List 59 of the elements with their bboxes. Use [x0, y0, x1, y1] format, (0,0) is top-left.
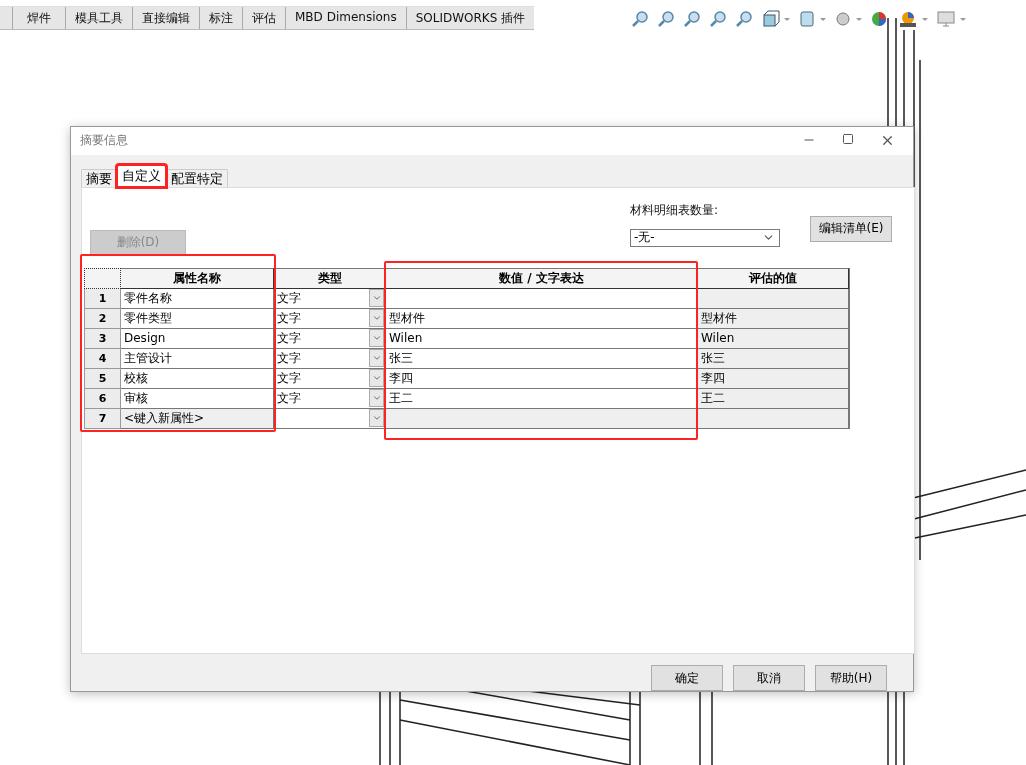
bom-quantity-dropdown[interactable]: -无- [630, 228, 780, 247]
dropdown-button[interactable] [369, 369, 384, 388]
row-number[interactable]: 6 [84, 388, 121, 409]
property-name-cell[interactable]: 零件名称 [121, 288, 274, 309]
row-number[interactable]: 2 [84, 308, 121, 329]
monitor-icon[interactable] [936, 10, 956, 28]
command-tab[interactable]: 焊件 [12, 7, 65, 29]
edit-list-button[interactable]: 编辑清单(E) [810, 215, 892, 242]
dialog-button[interactable]: 取消 [733, 665, 805, 691]
property-name-cell[interactable]: 主管设计 [121, 348, 274, 369]
evaluated-value-cell: 型材件 [698, 308, 849, 329]
row-number[interactable]: 5 [84, 368, 121, 389]
table-corner [84, 267, 121, 289]
command-tab[interactable]: SOLIDWORKS 插件 [405, 7, 535, 29]
zoom-fit-icon[interactable] [632, 10, 650, 28]
bom-quantity-label: 材料明细表数量: [630, 201, 720, 219]
property-name-cell[interactable]: 审核 [121, 388, 274, 409]
column-header[interactable]: 类型 [274, 267, 386, 289]
type-text: 文字 [277, 349, 301, 367]
evaluated-value-cell: 张三 [698, 348, 849, 369]
column-header[interactable]: 属性名称 [121, 267, 274, 289]
command-tab[interactable]: 直接编辑 [132, 7, 199, 29]
dialog-button[interactable]: 确定 [651, 665, 723, 691]
property-name-cell[interactable]: 零件类型 [121, 308, 274, 329]
dropdown-button[interactable] [369, 309, 384, 328]
evaluated-value-cell: 王二 [698, 388, 849, 409]
evaluated-value-cell: Wilen [698, 328, 849, 349]
command-tab[interactable]: 标注 [199, 7, 242, 29]
dropdown-button[interactable] [369, 329, 384, 348]
row-number[interactable]: 7 [84, 408, 121, 429]
type-text: 文字 [277, 289, 301, 307]
column-header[interactable]: 评估的值 [698, 267, 849, 289]
dropdown-button[interactable] [369, 389, 384, 408]
column-header[interactable]: 数值 / 文字表达 [386, 267, 698, 289]
maximize-icon[interactable] [842, 133, 854, 146]
dialog-title: 摘要信息 [80, 132, 128, 150]
dialog-tab[interactable]: 摘要 [81, 168, 117, 187]
property-name-cell[interactable]: 校核 [121, 368, 274, 389]
command-tab[interactable]: 模具工具 [65, 7, 132, 29]
new-property-cell[interactable]: <键入新属性> [121, 408, 274, 429]
row-number[interactable]: 1 [84, 288, 121, 309]
row-number[interactable]: 4 [84, 348, 121, 369]
type-text: 文字 [277, 309, 301, 327]
dialog-tab[interactable]: 配置特定 [166, 168, 228, 187]
type-text: 文字 [277, 369, 301, 387]
dropdown-button[interactable] [369, 289, 384, 308]
property-name-cell[interactable]: Design [121, 328, 274, 349]
dropdown-button[interactable] [369, 409, 384, 428]
type-text: 文字 [277, 329, 301, 347]
command-tab[interactable]: 评估 [242, 7, 285, 29]
row-number[interactable]: 3 [84, 328, 121, 349]
dialog-tab[interactable]: 自定义 [117, 164, 166, 187]
evaluated-value-cell: 李四 [698, 368, 849, 389]
dropdown-button[interactable] [369, 349, 384, 368]
type-text: 文字 [277, 389, 301, 407]
command-tab[interactable]: MBD Dimensions [285, 7, 406, 29]
display-style-icon[interactable] [798, 10, 816, 28]
view-orientation-icon[interactable] [762, 10, 780, 28]
dialog-button[interactable]: 帮助(H) [815, 665, 887, 691]
